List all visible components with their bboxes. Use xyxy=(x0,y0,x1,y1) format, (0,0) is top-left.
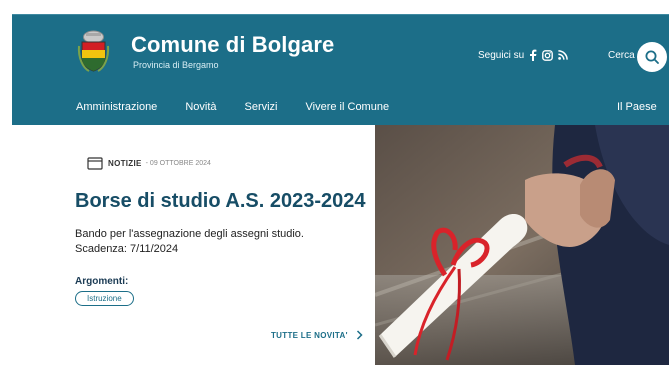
site-subtitle: Provincia di Bergamo xyxy=(133,60,219,70)
all-news-label: TUTTE LE NOVITA' xyxy=(271,330,348,340)
social-label: Seguici su xyxy=(478,49,525,61)
coat-of-arms-logo[interactable] xyxy=(77,28,110,72)
chevron-right-icon xyxy=(356,330,363,340)
all-news-link[interactable]: TUTTE LE NOVITA' xyxy=(271,330,363,340)
topic-chip-istruzione[interactable]: Istruzione xyxy=(75,291,134,306)
main-nav: Amministrazione Novità Servizi Vivere il… xyxy=(76,101,417,113)
news-description: Bando per l'assegnazione degli assegni s… xyxy=(75,228,304,256)
hero-image xyxy=(375,125,669,365)
news-meta: NOTIZIE - 09 OTTOBRE 2024 xyxy=(87,157,211,170)
search-icon xyxy=(645,50,659,64)
rss-icon[interactable] xyxy=(558,50,568,60)
nav-item-servizi[interactable]: Servizi xyxy=(245,101,278,113)
topics-label: Argomenti: xyxy=(75,276,129,287)
instagram-icon[interactable] xyxy=(542,49,554,61)
nav-item-novita[interactable]: Novità xyxy=(185,101,216,113)
social-links: Seguici su xyxy=(478,49,568,61)
search-label[interactable]: Cerca xyxy=(608,50,635,61)
nav-item-amministrazione[interactable]: Amministrazione xyxy=(76,101,157,113)
top-bar-gap xyxy=(510,0,669,3)
search-button[interactable] xyxy=(637,42,667,72)
nav-item-vivere-il-comune[interactable]: Vivere il Comune xyxy=(306,101,390,113)
news-category[interactable]: NOTIZIE xyxy=(108,159,142,168)
facebook-icon[interactable] xyxy=(529,49,537,61)
news-date: - 09 OTTOBRE 2024 xyxy=(145,160,211,167)
calendar-icon xyxy=(87,157,103,170)
nav-item-il-paese[interactable]: Il Paese xyxy=(617,101,657,113)
site-title[interactable]: Comune di Bolgare xyxy=(131,32,334,58)
news-headline[interactable]: Borse di studio A.S. 2023-2024 xyxy=(75,190,365,213)
